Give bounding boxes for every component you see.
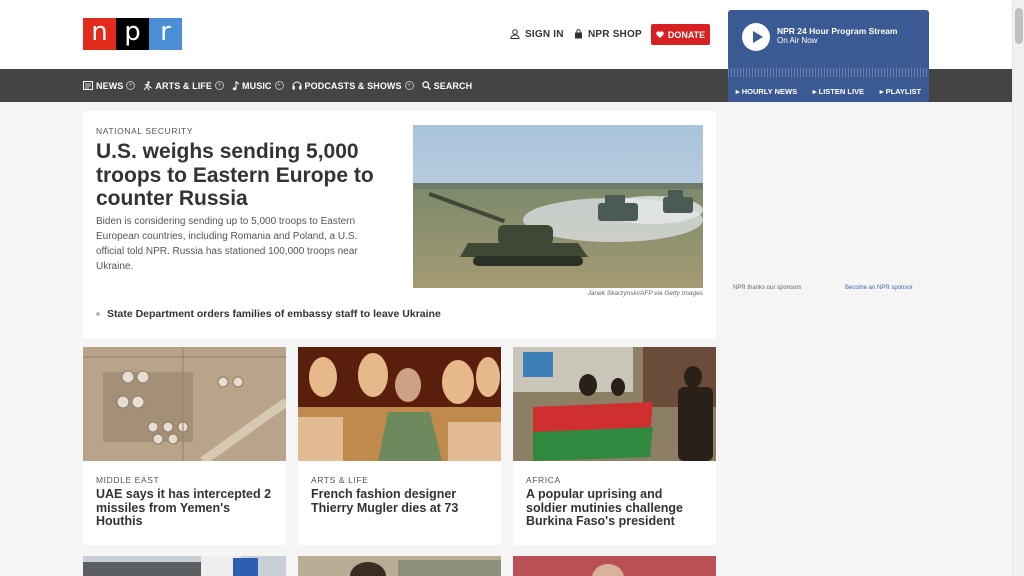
lead-teaser[interactable]: Biden is considering sending up to 5,000… bbox=[96, 214, 378, 274]
related-story-label: State Department orders families of emba… bbox=[107, 308, 441, 320]
sponsor-thanks: NPR thanks our sponsors bbox=[733, 285, 802, 291]
playlist-label: PLAYLIST bbox=[885, 86, 922, 96]
nav-arts-label: ARTS & LIFE bbox=[155, 80, 213, 91]
headphones-icon bbox=[292, 81, 302, 90]
hourly-news-label: HOURLY NEWS bbox=[741, 86, 798, 96]
player-title[interactable]: NPR 24 Hour Program Stream bbox=[777, 26, 897, 36]
scrollbar-thumb[interactable] bbox=[1015, 8, 1023, 44]
story-slug[interactable]: AFRICA bbox=[526, 475, 561, 485]
nav-podcasts-label: PODCASTS & SHOWS bbox=[304, 80, 402, 91]
nav-music-label: MUSIC bbox=[242, 80, 272, 91]
story-image[interactable] bbox=[298, 556, 501, 576]
aerial-photo bbox=[83, 347, 286, 461]
logo-letter-n: n bbox=[83, 18, 116, 50]
user-icon bbox=[510, 29, 520, 39]
story-photo bbox=[298, 556, 501, 576]
become-sponsor-link[interactable]: Become an NPR sponsor bbox=[845, 285, 913, 291]
donate-button[interactable]: DONATE bbox=[651, 24, 710, 45]
play-button[interactable] bbox=[742, 23, 770, 51]
story-image[interactable] bbox=[298, 347, 501, 461]
arts-icon bbox=[144, 80, 153, 90]
expand-plus-icon[interactable]: + bbox=[274, 81, 284, 90]
story-slug[interactable]: MIDDLE EAST bbox=[96, 475, 159, 485]
story-card: ARTS & LIFE French fashion designer Thie… bbox=[298, 347, 501, 545]
nav-item-music[interactable]: MUSIC + bbox=[232, 81, 284, 91]
news-icon bbox=[83, 81, 93, 90]
story-card: MIDDLE EAST UAE says it has intercepted … bbox=[83, 347, 286, 545]
nav-item-arts-life[interactable]: ARTS & LIFE + bbox=[143, 80, 225, 91]
lead-story-image[interactable] bbox=[413, 125, 703, 288]
story-photo bbox=[513, 556, 716, 576]
story-card: AFRICA A popular uprising and soldier mu… bbox=[513, 347, 716, 545]
sign-in-link[interactable]: SIGN IN bbox=[510, 24, 564, 44]
lead-headline[interactable]: U.S. weighs sending 5,000 troops to East… bbox=[96, 140, 396, 211]
live-stream-player: NPR 24 Hour Program Stream On Air Now ▸ … bbox=[728, 10, 929, 102]
expand-plus-icon[interactable]: + bbox=[404, 81, 414, 90]
hourly-news-link[interactable]: ▸ HOURLY NEWS bbox=[736, 87, 797, 96]
page-scrollbar[interactable] bbox=[1012, 0, 1024, 576]
nav-search-label: SEARCH bbox=[433, 80, 473, 91]
fashion-show-photo bbox=[298, 347, 501, 461]
donate-label: DONATE bbox=[667, 29, 706, 40]
photo-credit: Janek Skarzynski/AFP via Getty Images bbox=[587, 290, 703, 297]
story-headline[interactable]: A popular uprising and soldier mutinies … bbox=[526, 487, 706, 529]
nav-item-search[interactable]: SEARCH bbox=[421, 80, 473, 91]
npr-shop-link[interactable]: NPR SHOP bbox=[574, 24, 642, 44]
sign-in-label: SIGN IN bbox=[525, 28, 564, 40]
story-image[interactable] bbox=[83, 347, 286, 461]
playlist-link[interactable]: ▸ PLAYLIST bbox=[880, 87, 921, 96]
heart-icon bbox=[656, 31, 664, 38]
nav-item-news[interactable]: NEWS + bbox=[83, 80, 136, 91]
player-links: ▸ HOURLY NEWS ▸ LISTEN LIVE ▸ PLAYLIST bbox=[728, 80, 929, 102]
logo-letter-p: p bbox=[116, 18, 149, 50]
story-slug[interactable]: ARTS & LIFE bbox=[311, 475, 368, 485]
nav-item-podcasts-shows[interactable]: PODCASTS & SHOWS + bbox=[292, 81, 414, 91]
player-subtitle: On Air Now bbox=[777, 36, 818, 45]
listen-live-link[interactable]: ▸ LISTEN LIVE bbox=[813, 87, 864, 96]
music-note-icon bbox=[232, 80, 240, 90]
search-icon bbox=[421, 81, 431, 90]
story-photo bbox=[83, 556, 286, 576]
protest-photo bbox=[513, 347, 716, 461]
nav-news-label: NEWS bbox=[96, 80, 124, 91]
story-headline[interactable]: UAE says it has intercepted 2 missiles f… bbox=[96, 487, 276, 529]
logo-letter-r: r bbox=[149, 18, 182, 50]
related-story-link[interactable]: State Department orders families of emba… bbox=[96, 308, 441, 320]
listen-live-label: LISTEN LIVE bbox=[818, 86, 865, 96]
expand-plus-icon[interactable]: + bbox=[215, 81, 225, 90]
story-image[interactable] bbox=[513, 347, 716, 461]
shopping-bag-icon bbox=[575, 29, 582, 39]
npr-logo[interactable]: n p r bbox=[83, 18, 182, 50]
audio-waveform bbox=[728, 68, 929, 77]
story-image[interactable] bbox=[83, 556, 286, 576]
npr-shop-label: NPR SHOP bbox=[588, 28, 642, 40]
bullet-icon bbox=[96, 312, 100, 316]
tanks-photo bbox=[413, 125, 703, 288]
story-slug[interactable]: NATIONAL SECURITY bbox=[96, 126, 193, 136]
expand-plus-icon[interactable]: + bbox=[126, 81, 136, 90]
story-image[interactable] bbox=[513, 556, 716, 576]
story-headline[interactable]: French fashion designer Thierry Mugler d… bbox=[311, 487, 491, 515]
lead-story: NATIONAL SECURITY U.S. weighs sending 5,… bbox=[83, 111, 716, 338]
